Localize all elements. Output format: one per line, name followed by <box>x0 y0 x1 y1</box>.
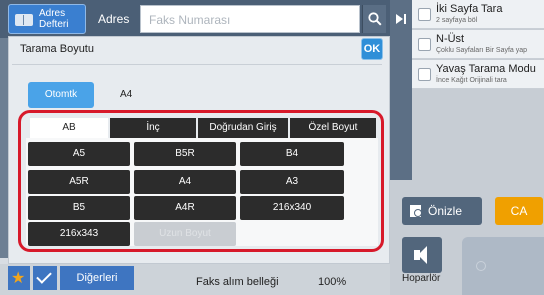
play-arrow-icon <box>396 14 403 24</box>
panel-toggle-button[interactable] <box>390 0 412 180</box>
speaker-icon <box>414 246 427 264</box>
panel-title: Tarama Boyutu <box>20 43 94 55</box>
address-book-label: Adres Defteri <box>39 8 69 30</box>
fax-memory-label: Faks alım belleği <box>196 276 279 288</box>
divider <box>12 64 382 65</box>
address-book-button[interactable]: Adres Defteri <box>8 4 86 34</box>
option-two-page-scan[interactable]: İki Sayfa Tara 2 sayfaya böl <box>412 0 544 29</box>
preview-label: Önizle <box>428 204 463 218</box>
size-a5-button[interactable]: A5 <box>28 142 130 166</box>
tab-inch[interactable]: İnç <box>110 118 196 138</box>
checkbox[interactable] <box>418 38 431 51</box>
option-title: Yavaş Tarama Modu <box>436 63 536 75</box>
left-strip <box>0 38 8 258</box>
tab-auto[interactable]: Otomtk <box>28 82 94 108</box>
size-b5-button[interactable]: B5 <box>28 196 130 220</box>
checkbox[interactable] <box>418 8 431 21</box>
search-icon <box>368 12 382 26</box>
address-book-icon <box>15 14 33 26</box>
speaker-button[interactable] <box>402 237 442 273</box>
option-title: N-Üst <box>436 33 465 45</box>
pause-bar-icon <box>404 14 406 24</box>
size-b4-button[interactable]: B4 <box>240 142 344 166</box>
size-a4-button[interactable]: A4 <box>134 170 236 194</box>
preview-button[interactable]: Önizle <box>402 197 482 225</box>
size-b5r-button[interactable]: B5R <box>134 142 236 166</box>
tab-direct-entry[interactable]: Doğrudan Giriş <box>198 118 288 138</box>
option-desc: İnce Kağıt Orijinali tara <box>436 77 507 84</box>
fax-number-input[interactable]: Faks Numarası <box>140 5 360 33</box>
size-a3-button[interactable]: A3 <box>240 170 344 194</box>
size-tabs: AB İnç Doğrudan Giriş Özel Boyut <box>30 118 376 138</box>
search-button[interactable] <box>362 5 386 33</box>
checkmark-icon[interactable] <box>33 266 57 290</box>
size-long-button: Uzun Boyut <box>134 222 236 246</box>
tab-a4[interactable]: A4 <box>102 82 152 108</box>
favorite-star-icon[interactable] <box>8 266 30 290</box>
ok-button[interactable]: OK <box>361 38 383 60</box>
size-a4r-button[interactable]: A4R <box>134 196 236 220</box>
address-label: Adres <box>98 12 130 26</box>
tab-custom-size[interactable]: Özel Boyut <box>290 118 376 138</box>
tab-ab[interactable]: AB <box>30 118 108 138</box>
checkbox[interactable] <box>418 68 431 81</box>
option-title: İki Sayfa Tara <box>436 3 503 15</box>
start-icon <box>476 261 486 271</box>
fax-memory-value: 100% <box>318 276 347 288</box>
option-desc: Çoklu Sayfaları Bir Sayfa yap <box>436 47 528 54</box>
start-button[interactable] <box>462 237 544 295</box>
size-216x340-button[interactable]: 216x340 <box>240 196 344 220</box>
others-button[interactable]: Diğerleri <box>60 266 134 290</box>
size-a5r-button[interactable]: A5R <box>28 170 130 194</box>
option-slow-scan[interactable]: Yavaş Tarama Modu İnce Kağıt Orijinali t… <box>412 60 544 89</box>
option-n-up[interactable]: N-Üst Çoklu Sayfaları Bir Sayfa yap <box>412 30 544 59</box>
speaker-label: Hoparlör <box>402 273 441 284</box>
option-desc: 2 sayfaya böl <box>436 17 478 24</box>
clear-all-button[interactable]: CA <box>495 197 543 225</box>
size-216x343-button[interactable]: 216x343 <box>28 222 130 246</box>
preview-icon <box>410 205 422 217</box>
